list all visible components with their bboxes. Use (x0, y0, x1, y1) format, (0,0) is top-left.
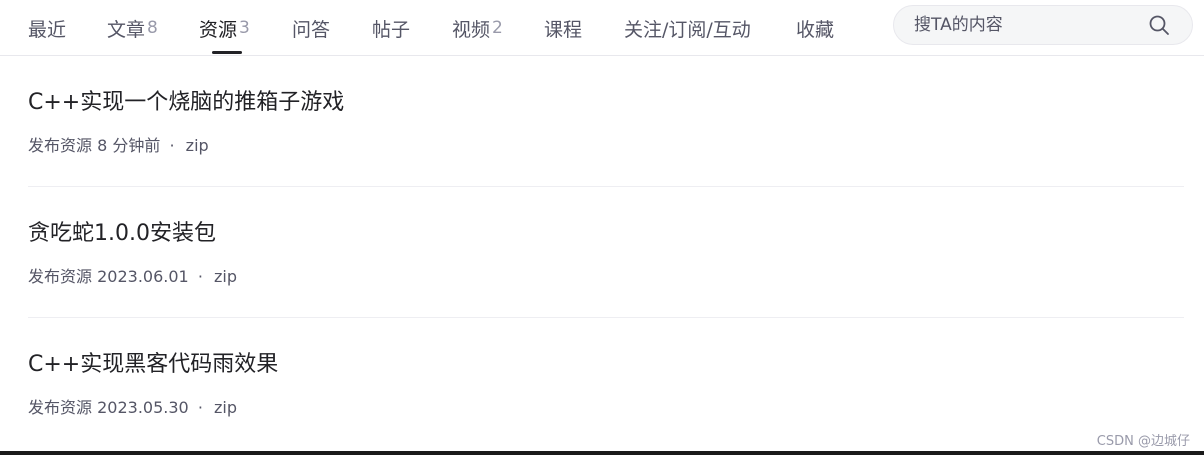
search-input[interactable] (914, 6, 1134, 44)
csdn-watermark: CSDN @边城仔 (1096, 434, 1190, 449)
resource-title[interactable]: C++实现一个烧脑的推箱子游戏 (28, 84, 344, 116)
tab-favorites[interactable]: 收藏 (796, 0, 834, 56)
meta-separator: · (169, 136, 175, 155)
tab-count: 8 (147, 18, 158, 38)
resource-meta: 发布资源 2023.06.01 · zip (28, 263, 237, 287)
resource-title[interactable]: C++实现黑客代码雨效果 (28, 346, 278, 378)
tab-qa[interactable]: 问答 (292, 0, 330, 56)
tab-label: 视频 (452, 18, 491, 41)
resource-time: 8 分钟前 (97, 136, 161, 155)
bottom-edge-bar (0, 451, 1204, 455)
tab-label: 最近 (28, 18, 67, 41)
tab-label: 资源 (199, 18, 238, 41)
profile-content-page: 最近 文章 8 资源 3 问答 帖子 视频 2 课程 关注/订阅/互动 收藏 搜… (0, 0, 1204, 455)
resource-type: zip (185, 136, 209, 155)
list-item: C++实现黑客代码雨效果 发布资源 2023.05.30 · zip (28, 318, 1184, 449)
resource-action: 发布资源 (28, 398, 93, 417)
resource-time: 2023.06.01 (97, 267, 189, 286)
resource-action: 发布资源 (28, 267, 93, 286)
search-box (893, 5, 1193, 45)
tab-bar: 最近 文章 8 资源 3 问答 帖子 视频 2 课程 关注/订阅/互动 收藏 搜… (0, 0, 1204, 56)
tab-label: 问答 (292, 18, 331, 41)
resource-meta: 发布资源 2023.05.30 · zip (28, 394, 237, 418)
tab-courses[interactable]: 课程 (544, 0, 582, 56)
resource-type: zip (214, 267, 237, 286)
resource-type: zip (214, 398, 237, 417)
search-icon[interactable] (1148, 14, 1170, 36)
tab-posts[interactable]: 帖子 (372, 0, 410, 56)
resource-time: 2023.05.30 (97, 398, 189, 417)
resource-action: 发布资源 (28, 136, 93, 155)
list-item: 贪吃蛇1.0.0安装包 发布资源 2023.06.01 · zip (28, 187, 1184, 318)
resource-meta: 发布资源 8 分钟前 · zip (28, 132, 209, 156)
tab-label: 帖子 (372, 18, 411, 41)
tab-label: 关注/订阅/互动 (624, 18, 751, 41)
tab-resources[interactable]: 资源 3 (199, 0, 250, 56)
resource-title[interactable]: 贪吃蛇1.0.0安装包 (28, 215, 216, 247)
tab-count: 2 (492, 18, 503, 38)
tab-articles[interactable]: 文章 8 (107, 0, 158, 56)
meta-separator: · (197, 267, 203, 286)
resource-list: C++实现一个烧脑的推箱子游戏 发布资源 8 分钟前 · zip 贪吃蛇1.0.… (28, 56, 1184, 449)
tab-count: 3 (239, 18, 250, 38)
tab-label: 课程 (544, 18, 583, 41)
tab-label: 文章 (107, 18, 146, 41)
list-item: C++实现一个烧脑的推箱子游戏 发布资源 8 分钟前 · zip (28, 56, 1184, 187)
tab-videos[interactable]: 视频 2 (452, 0, 503, 56)
tab-follow-subscribe-interact[interactable]: 关注/订阅/互动 (624, 0, 751, 56)
tab-recent[interactable]: 最近 (28, 0, 66, 56)
tab-label: 收藏 (796, 18, 835, 41)
meta-separator: · (197, 398, 203, 417)
